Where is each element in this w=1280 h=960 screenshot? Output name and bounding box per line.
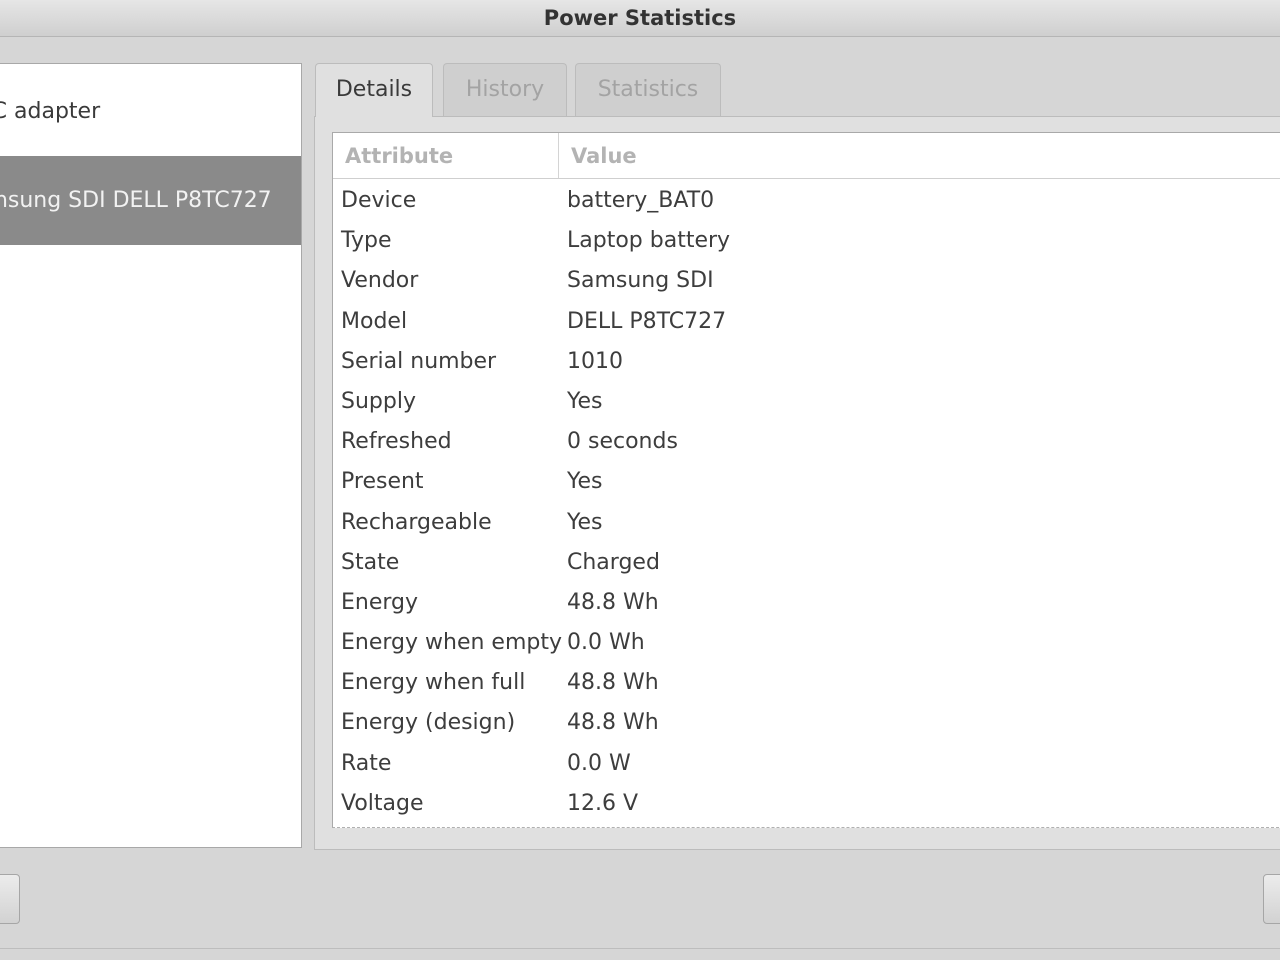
value-cell: 0 seconds	[567, 429, 678, 455]
details-table: Attribute Value Device battery_BAT0 Type La…	[332, 132, 1280, 828]
device-item-battery[interactable]: Samsung SDI DELL P8TC727	[0, 156, 301, 245]
column-separator	[558, 133, 559, 178]
table-row[interactable]: State Charged	[333, 543, 1280, 583]
table-row[interactable]: Present Yes	[333, 462, 1280, 502]
device-item-label: AC adapter	[0, 99, 101, 124]
value-cell: Samsung SDI	[567, 268, 714, 294]
value-cell: 1010	[567, 348, 623, 374]
table-row[interactable]: Vendor Samsung SDI	[333, 261, 1280, 301]
value-cell: battery_BAT0	[567, 188, 715, 213]
help-button[interactable]	[0, 874, 20, 924]
attribute-cell: State	[341, 549, 400, 575]
table-row[interactable]: Serial number 1010	[333, 342, 1280, 382]
attribute-cell: Refreshed	[341, 429, 452, 455]
value-cell: 0.0 Wh	[567, 630, 645, 656]
value-cell: 12.6 V	[567, 790, 639, 816]
value-cell: 48.8 Wh	[567, 589, 659, 615]
table-row[interactable]: Energy 48.8 Wh	[333, 583, 1280, 623]
column-header-value[interactable]: Value	[571, 133, 637, 178]
attribute-cell: Supply	[341, 388, 416, 414]
attribute-cell: Present	[341, 469, 424, 495]
attribute-cell: Energy when empty	[341, 630, 562, 656]
power-statistics-window: Power Statistics AC adapter Samsung SDI …	[0, 0, 1280, 960]
attribute-cell: Voltage	[341, 790, 424, 816]
table-row[interactable]: Energy when empty 0.0 Wh	[333, 623, 1280, 663]
window-title: Power Statistics	[0, 0, 1280, 37]
table-row[interactable]: Refreshed 0 seconds	[333, 422, 1280, 462]
table-row[interactable]: Rechargeable Yes	[333, 503, 1280, 543]
attribute-cell: Serial number	[341, 348, 497, 374]
table-row[interactable]: Voltage 12.6 V	[333, 784, 1280, 824]
table-row[interactable]: Type Laptop battery	[333, 221, 1280, 261]
tab-details[interactable]: Details	[315, 63, 433, 117]
attribute-cell: Vendor	[341, 268, 419, 294]
attribute-cell: Model	[341, 308, 408, 334]
value-cell: 48.8 Wh	[567, 670, 659, 696]
attribute-cell: Type	[341, 228, 392, 254]
table-row[interactable]: Energy when full 48.8 Wh	[333, 663, 1280, 703]
value-cell: 48.8 Wh	[567, 710, 659, 736]
close-button[interactable]	[1263, 874, 1280, 924]
table-row[interactable]: Model DELL P8TC727	[333, 302, 1280, 342]
value-cell: Laptop battery	[567, 228, 731, 254]
attribute-cell: Energy when full	[341, 670, 526, 696]
table-body: Device battery_BAT0 Type Laptop battery Vend…	[333, 181, 1280, 824]
window-bottom-edge	[0, 948, 1280, 949]
table-row[interactable]: Device battery_BAT0	[333, 181, 1280, 221]
value-cell: Charged	[567, 549, 660, 575]
attribute-cell: Rechargeable	[341, 509, 492, 535]
table-row[interactable]: Rate 0.0 W	[333, 744, 1280, 784]
tab-history[interactable]: History	[443, 63, 567, 116]
attribute-cell: Rate	[341, 750, 392, 776]
tab-statistics[interactable]: Statistics	[575, 63, 721, 116]
device-list: AC adapter Samsung SDI DELL P8TC727	[0, 63, 302, 848]
column-header-attribute[interactable]: Attribute	[345, 133, 453, 178]
attribute-cell: Energy (design)	[341, 710, 516, 736]
value-cell: Yes	[567, 469, 603, 495]
table-row[interactable]: Supply Yes	[333, 382, 1280, 422]
device-item-label: Samsung SDI DELL P8TC727	[0, 188, 272, 213]
table-row[interactable]: Energy (design) 48.8 Wh	[333, 703, 1280, 743]
value-cell: Yes	[567, 509, 603, 535]
value-cell: Yes	[567, 388, 603, 414]
value-cell: DELL P8TC727	[567, 308, 727, 334]
device-item-ac-adapter[interactable]: AC adapter	[0, 67, 301, 156]
table-header: Attribute Value	[333, 133, 1280, 179]
value-cell: 0.0 W	[567, 750, 631, 776]
attribute-cell: Energy	[341, 589, 419, 615]
attribute-cell: Device	[341, 188, 417, 213]
